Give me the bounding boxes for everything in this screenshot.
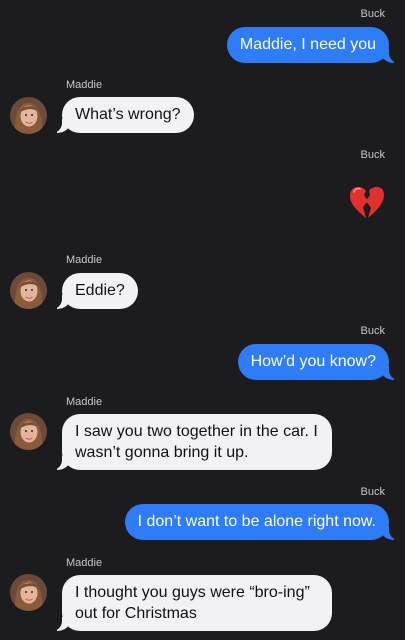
- sender-name: Maddie: [66, 396, 103, 408]
- avatar[interactable]: [10, 272, 47, 309]
- message-bubble-outgoing[interactable]: How’d you know?: [237, 344, 402, 380]
- sender-name: Buck: [360, 325, 385, 337]
- sender-name: Maddie: [66, 254, 103, 266]
- message-text: Maddie, I need you: [239, 36, 376, 53]
- message-bubble-incoming[interactable]: What’s wrong?: [50, 97, 194, 133]
- sender-name: Maddie: [66, 557, 103, 569]
- message-bubble-incoming[interactable]: Eddie?: [50, 273, 138, 309]
- message-text: I don’t want to be alone right now.: [137, 513, 376, 530]
- message-thread: Buck Maddie, I need you Maddie What’s wr…: [0, 0, 405, 640]
- message-text: How’d you know?: [250, 353, 376, 370]
- message-text: What’s wrong?: [75, 106, 181, 123]
- message-bubble-incoming[interactable]: I thought you guys were “bro-ing” out fo…: [50, 575, 332, 631]
- sender-name: Buck: [360, 8, 385, 20]
- sender-name: Buck: [360, 149, 385, 161]
- avatar[interactable]: [10, 97, 47, 134]
- sender-name: Buck: [360, 486, 385, 498]
- sender-name: Maddie: [66, 79, 103, 91]
- avatar[interactable]: [10, 413, 47, 450]
- message-text: I thought you guys were “bro-ing” out fo…: [75, 584, 310, 622]
- message-text: I saw you two together in the car. I was…: [75, 423, 318, 461]
- message-bubble-outgoing[interactable]: I don’t want to be alone right now.: [124, 504, 402, 540]
- message-bubble-incoming[interactable]: I saw you two together in the car. I was…: [50, 414, 332, 470]
- message-text: Eddie?: [75, 282, 125, 299]
- avatar[interactable]: [10, 574, 47, 611]
- message-bubble-outgoing[interactable]: Maddie, I need you: [226, 27, 402, 63]
- broken-heart-icon[interactable]: [347, 182, 387, 222]
